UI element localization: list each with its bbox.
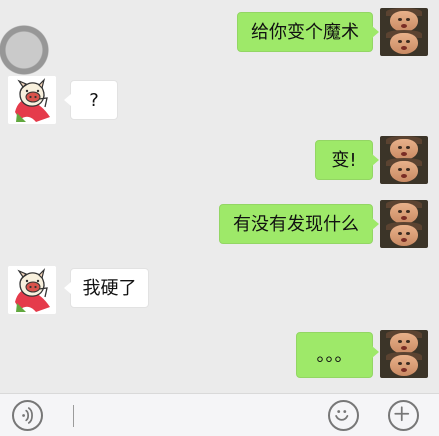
my-avatar[interactable] [380,8,428,56]
message-bubble-friend[interactable]: 我硬了 [64,268,149,308]
voice-icon [22,407,33,424]
message-bubble-me[interactable]: 变! [315,140,379,180]
voice-button[interactable] [12,400,43,431]
floating-ring-icon[interactable] [0,25,49,75]
message-text: 我硬了 [82,278,137,299]
message-text: 。。。 [316,345,353,366]
message-text: ? [89,90,99,111]
avatar-face-bottom [390,355,418,376]
avatar-face-top [390,11,418,32]
input-divider [73,405,74,427]
message-bubble-me[interactable]: 有没有发现什么 [219,204,379,244]
message-bubble-me[interactable]: 给你变个魔术 [237,12,379,52]
pig-avatar-icon [8,76,56,124]
pig-avatar-icon [8,266,56,314]
emoji-button[interactable] [328,400,359,431]
message-text: 变! [331,150,357,171]
avatar-face-top [390,139,418,160]
avatar-face-top [390,203,418,224]
my-avatar[interactable] [380,330,428,378]
plus-icon [394,406,410,422]
message-bubble-me[interactable]: 。。。 [296,332,379,378]
avatar-face-bottom [390,225,418,246]
friend-avatar[interactable] [8,76,56,124]
message-bubble-friend[interactable]: ? [64,80,118,120]
friend-avatar[interactable] [8,266,56,314]
my-avatar[interactable] [380,136,428,184]
emoji-icon [335,410,349,421]
avatar-face-bottom [390,161,418,182]
message-text: 给你变个魔术 [251,22,359,43]
avatar-face-bottom [390,33,418,54]
avatar-face-top [390,333,418,354]
chat-area: 给你变个魔术 ? 变! 有没有发现什么 我硬了 。。。 [0,0,439,393]
my-avatar[interactable] [380,200,428,248]
message-text: 有没有发现什么 [233,214,359,235]
input-toolbar [0,393,439,436]
add-button[interactable] [388,400,419,431]
